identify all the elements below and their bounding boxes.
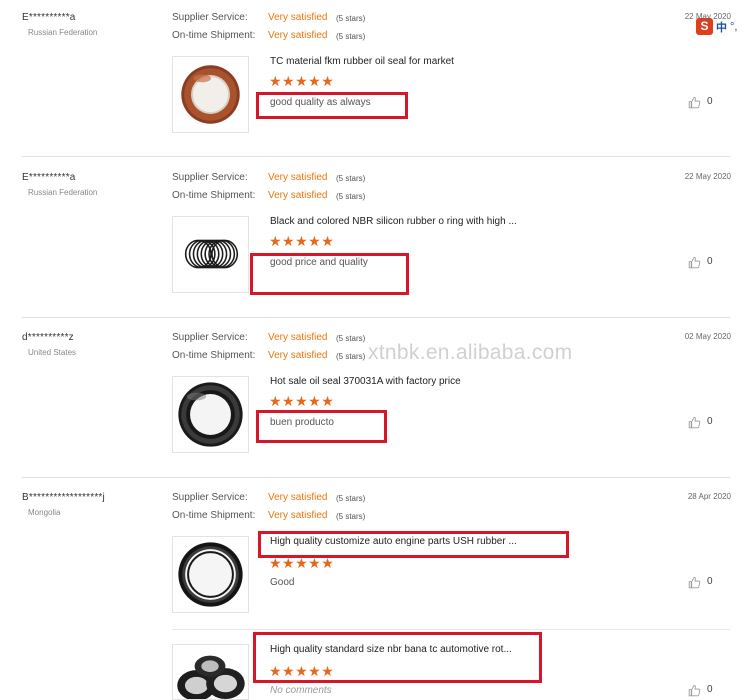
like-count: 0 <box>707 416 713 427</box>
like-button[interactable]: 0 <box>688 684 718 698</box>
product-thumbnail[interactable] <box>172 376 249 453</box>
buyer-country: Mongolia <box>28 508 61 517</box>
product-title-link[interactable]: Hot sale oil seal 370031A with factory p… <box>270 376 461 387</box>
product-rating-stars: ★★★★★ <box>269 393 335 409</box>
review-divider <box>22 156 730 157</box>
product-rating-stars: ★★★★★ <box>269 555 335 571</box>
on-time-shipment-stars: (5 stars) <box>336 192 366 201</box>
supplier-service-value: Very satisfied <box>268 172 328 183</box>
review-comment: No comments <box>270 685 332 696</box>
like-count: 0 <box>707 96 713 107</box>
product-rating-stars: ★★★★★ <box>269 663 335 679</box>
thumbs-up-icon <box>688 685 701 697</box>
on-time-shipment-stars: (5 stars) <box>336 512 366 521</box>
on-time-shipment-value: Very satisfied <box>268 30 328 41</box>
like-count: 0 <box>707 684 713 695</box>
thumbs-up-icon <box>688 97 701 109</box>
review-date: 28 Apr 2020 <box>687 492 731 501</box>
supplier-service-stars: (5 stars) <box>336 494 366 503</box>
tc-oil-seals-image <box>177 655 245 699</box>
supplier-service-stars: (5 stars) <box>336 174 366 183</box>
buyer-name: E**********a <box>22 172 76 183</box>
on-time-shipment-label: On-time Shipment: <box>172 350 256 361</box>
on-time-shipment-value: Very satisfied <box>268 510 328 521</box>
on-time-shipment-value: Very satisfied <box>268 350 328 361</box>
product-thumbnail[interactable] <box>172 644 249 700</box>
like-count: 0 <box>707 256 713 267</box>
product-rating-stars: ★★★★★ <box>269 233 335 249</box>
buyer-country: Russian Federation <box>28 28 98 37</box>
review-date: 22 May 2020 <box>684 172 731 181</box>
supplier-service-label: Supplier Service: <box>172 172 248 183</box>
product-title-link[interactable]: Black and colored NBR silicon rubber o r… <box>270 216 517 227</box>
review-date: 02 May 2020 <box>684 332 731 341</box>
product-divider <box>172 629 730 630</box>
supplier-service-label: Supplier Service: <box>172 12 248 23</box>
buyer-name: d**********z <box>22 332 74 343</box>
supplier-service-label: Supplier Service: <box>172 492 248 503</box>
product-thumbnail[interactable] <box>172 216 249 293</box>
on-time-shipment-stars: (5 stars) <box>336 32 366 41</box>
like-button[interactable]: 0 <box>688 96 718 110</box>
on-time-shipment-stars: (5 stars) <box>336 352 366 361</box>
review-comment: buen producto <box>270 417 334 428</box>
product-thumbnail[interactable] <box>172 536 249 613</box>
black-rubber-seal-image <box>178 542 243 607</box>
like-button[interactable]: 0 <box>688 256 718 270</box>
on-time-shipment-label: On-time Shipment: <box>172 510 256 521</box>
supplier-service-value: Very satisfied <box>268 332 328 343</box>
review-comment: Good <box>270 577 295 588</box>
supplier-service-stars: (5 stars) <box>336 14 366 23</box>
brown-oil-seal-image <box>181 65 240 124</box>
like-button[interactable]: 0 <box>688 576 718 590</box>
like-count: 0 <box>707 576 713 587</box>
thumbs-up-icon <box>688 577 701 589</box>
thumbs-up-icon <box>688 417 701 429</box>
supplier-service-value: Very satisfied <box>268 492 328 503</box>
product-thumbnail[interactable] <box>172 56 249 133</box>
watermark-text: xtnbk.en.alibaba.com <box>368 341 573 364</box>
black-oil-seal-image <box>178 382 243 447</box>
supplier-service-label: Supplier Service: <box>172 332 248 343</box>
product-title-link[interactable]: High quality standard size nbr bana tc a… <box>270 644 512 655</box>
on-time-shipment-label: On-time Shipment: <box>172 190 256 201</box>
product-title-link[interactable]: TC material fkm rubber oil seal for mark… <box>270 56 454 67</box>
on-time-shipment-value: Very satisfied <box>268 190 328 201</box>
review-date: 22 May 2020 <box>684 12 731 21</box>
review-comment: good price and quality <box>270 257 368 268</box>
black-o-rings-image <box>184 239 239 269</box>
product-title-link[interactable]: High quality customize auto engine parts… <box>270 536 517 547</box>
buyer-country: Russian Federation <box>28 188 98 197</box>
review-comment: good quality as always <box>270 97 371 108</box>
buyer-country: United States <box>28 348 77 357</box>
product-rating-stars: ★★★★★ <box>269 73 335 89</box>
review-divider <box>22 477 730 478</box>
thumbs-up-icon <box>688 257 701 269</box>
buyer-name: B******************j <box>22 492 105 503</box>
on-time-shipment-label: On-time Shipment: <box>172 30 256 41</box>
supplier-service-stars: (5 stars) <box>336 334 366 343</box>
ime-punctuation-toggle[interactable]: °, <box>730 21 737 33</box>
like-button[interactable]: 0 <box>688 416 718 430</box>
buyer-name: E**********a <box>22 12 76 23</box>
review-divider <box>22 317 730 318</box>
supplier-service-value: Very satisfied <box>268 12 328 23</box>
